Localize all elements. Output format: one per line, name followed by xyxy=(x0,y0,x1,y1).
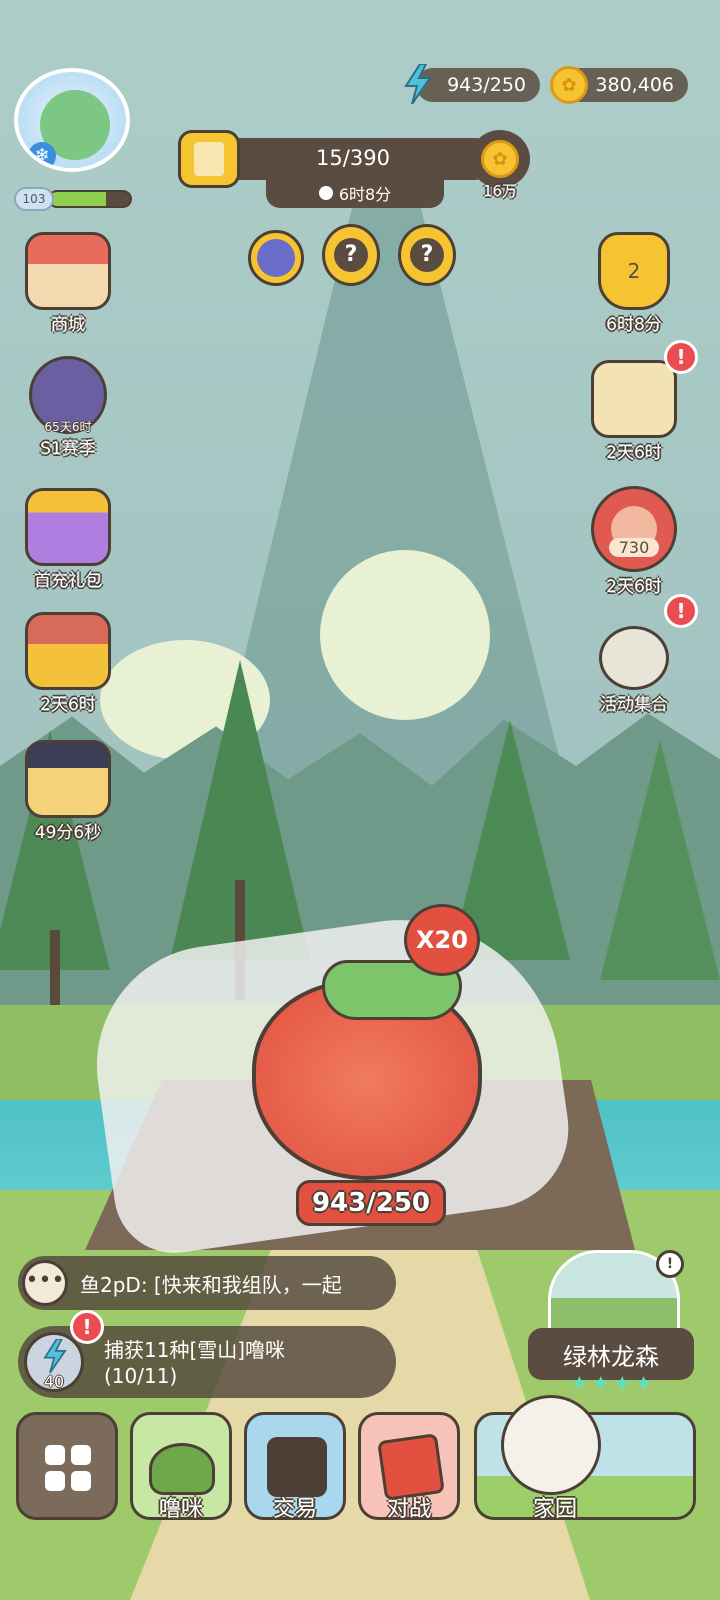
level-bar-fill xyxy=(50,192,106,206)
battle-button[interactable]: 对战 xyxy=(358,1412,460,1522)
energy-counter[interactable]: 943/250 xyxy=(416,68,540,102)
strawberry-trap[interactable] xyxy=(252,960,492,1190)
pass-timer: 6时8分 xyxy=(266,178,444,208)
level-badge: 103 xyxy=(14,187,54,211)
snowflake-icon: ❄ xyxy=(28,142,56,168)
mystery-icon: ? xyxy=(410,238,444,272)
alert-icon: ! xyxy=(664,594,698,628)
trophy-icon: 2 xyxy=(598,232,670,310)
lumi-bowl-icon xyxy=(149,1443,215,1495)
buff-slot-boost-icon[interactable] xyxy=(248,230,304,286)
first-charge-label: 首充礼包 xyxy=(34,571,102,591)
area-stars: ✦✦✦✦ xyxy=(570,1372,656,1397)
home-cat-icon xyxy=(501,1395,601,1495)
lumi-button[interactable]: 噜咪 xyxy=(130,1412,232,1522)
event-collection-button[interactable]: 活动集合 xyxy=(584,626,684,715)
catch-count-text: 943/250 xyxy=(311,1188,431,1218)
trade-machine-icon xyxy=(267,1437,327,1497)
first-charge-gift-button[interactable]: 首充礼包 xyxy=(18,488,118,591)
penguin-timer-label: 49分6秒 xyxy=(34,823,102,843)
coin-value: 380,406 xyxy=(595,74,674,96)
buff-slot-mystery-2[interactable]: ? xyxy=(398,224,456,286)
treasure-chest-icon xyxy=(25,612,111,690)
quest-title: 捕获11种[雪山]噜咪 xyxy=(104,1338,286,1362)
pass-progress-bar[interactable]: 15/390 xyxy=(210,138,496,180)
treasure-timer-label: 2天6时 xyxy=(40,695,96,715)
clock-icon xyxy=(318,186,333,200)
gift-box-icon xyxy=(25,488,111,566)
energy-value: 943/250 xyxy=(447,74,526,96)
area-name: 绿林龙森 xyxy=(563,1342,659,1371)
trophy-timer-label: 6时8分 xyxy=(606,315,662,335)
trophy-button[interactable]: 2 6时8分 xyxy=(584,232,684,335)
lightning-icon xyxy=(43,1339,67,1373)
chat-message: 鱼2pD: [快来和我组队，一起 xyxy=(80,1273,342,1297)
shop-button[interactable]: 商城 xyxy=(18,232,118,335)
penguin-box-icon xyxy=(25,740,111,818)
pass-progress-text: 15/390 xyxy=(316,146,390,170)
pass-reward-label: 16万 xyxy=(482,182,518,200)
menu-grid-button[interactable] xyxy=(16,1412,118,1520)
penguin-box-button[interactable]: 49分6秒 xyxy=(18,740,118,843)
trophy-rank: 2 xyxy=(627,259,641,283)
alert-icon: ! xyxy=(664,340,698,374)
buff-slot-mystery-1[interactable]: ? xyxy=(322,224,380,286)
shop-icon xyxy=(25,232,111,310)
trade-label: 交易 xyxy=(272,1497,317,1522)
player-avatar[interactable]: ❄ xyxy=(14,68,130,172)
scroll-map-icon xyxy=(591,360,677,438)
meat-icon: 730 xyxy=(591,486,677,572)
quest-energy-cost: 40 xyxy=(43,1372,65,1391)
season-button[interactable]: 65天6时 S1赛季 xyxy=(18,356,118,459)
level-bar xyxy=(48,190,132,208)
quest-energy-icon: 40 xyxy=(24,1332,84,1392)
coin-icon: ✿ xyxy=(550,66,588,104)
catch-count-badge: 943/250 xyxy=(296,1180,446,1226)
knight-icon: 65天6时 xyxy=(29,356,107,434)
chat-icon[interactable]: ••• xyxy=(22,1260,68,1306)
event-cat-icon xyxy=(599,626,669,690)
alert-icon: ! xyxy=(70,1310,104,1344)
battle-label: 对战 xyxy=(386,1497,431,1522)
pine-tree xyxy=(600,740,720,980)
meat-timer-label: 2天6时 xyxy=(606,577,662,597)
lightning-icon xyxy=(402,64,434,104)
season-label: S1赛季 xyxy=(40,439,96,459)
home-label: 家园 xyxy=(532,1497,577,1522)
meat-offer-button[interactable]: 730 2天6时 xyxy=(584,486,684,597)
multiplier-text: X20 xyxy=(416,926,468,954)
map-scroll-button[interactable]: 2天6时 xyxy=(584,360,684,463)
home-button[interactable]: 家园 xyxy=(474,1395,696,1522)
chat-bar[interactable]: ••• 鱼2pD: [快来和我组队，一起 xyxy=(18,1256,396,1310)
event-collection-label: 活动集合 xyxy=(600,695,668,715)
treasure-chest-button[interactable]: 2天6时 xyxy=(18,612,118,715)
mystery-icon: ? xyxy=(334,238,368,272)
lumi-label: 噜咪 xyxy=(158,1497,203,1522)
pass-ticket-icon[interactable] xyxy=(178,130,240,188)
quest-progress: (10/11) xyxy=(104,1364,178,1388)
map-timer-label: 2天6时 xyxy=(606,443,662,463)
multiplier-badge: X20 xyxy=(404,904,480,976)
info-icon[interactable]: ! xyxy=(656,1250,684,1278)
season-timer: 65天6时 xyxy=(44,420,92,434)
coin-icon: ✿ xyxy=(481,140,519,178)
grid-icon xyxy=(45,1445,91,1491)
trade-button[interactable]: 交易 xyxy=(244,1412,346,1522)
pass-timer-text: 6时8分 xyxy=(338,185,392,204)
shop-label: 商城 xyxy=(51,315,85,335)
meat-count: 730 xyxy=(608,538,660,557)
